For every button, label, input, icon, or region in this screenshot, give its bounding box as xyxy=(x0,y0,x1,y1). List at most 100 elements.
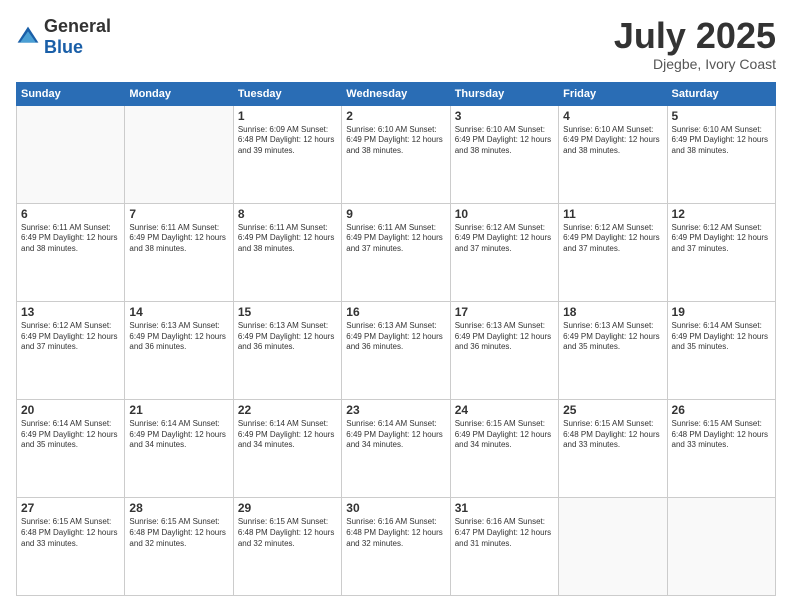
cell-info: Sunrise: 6:14 AM Sunset: 6:49 PM Dayligh… xyxy=(21,419,120,451)
logo: General Blue xyxy=(16,16,111,58)
calendar-cell: 12 Sunrise: 6:12 AM Sunset: 6:49 PM Dayli… xyxy=(667,203,775,301)
day-number: 21 xyxy=(129,403,228,417)
calendar-cell: 6Sunrise: 6:11 AM Sunset: 6:49 PM Daylig… xyxy=(17,203,125,301)
day-number: 14 xyxy=(129,305,228,319)
calendar-cell: 3 Sunrise: 6:10 AM Sunset: 6:49 PM Daylig… xyxy=(450,105,558,203)
logo-text: General Blue xyxy=(44,16,111,58)
day-number: 12 xyxy=(672,207,771,221)
calendar-cell: 29Sunrise: 6:15 AM Sunset: 6:48 PM Dayli… xyxy=(233,497,341,595)
calendar-cell: 14 Sunrise: 6:13 AM Sunset: 6:49 PM Dayli… xyxy=(125,301,233,399)
day-number: 28 xyxy=(129,501,228,515)
page: General Blue July 2025 Djegbe, Ivory Coa… xyxy=(0,0,792,612)
calendar-cell: 19 Sunrise: 6:14 AM Sunset: 6:49 PM Dayli… xyxy=(667,301,775,399)
cell-info: Sunrise: 6:15 AM Sunset: 6:48 PM Dayligh… xyxy=(21,517,120,549)
day-number: 17 xyxy=(455,305,554,319)
cell-info: Sunrise: 6:15 AM Sunset: 6:49 PM Dayligh… xyxy=(455,419,554,451)
calendar-cell: 8 Sunrise: 6:11 AM Sunset: 6:49 PM Daylig… xyxy=(233,203,341,301)
day-number: 3 xyxy=(455,109,554,123)
cell-info: Sunrise: 6:11 AM Sunset: 6:49 PM Dayligh… xyxy=(346,223,445,255)
day-number: 25 xyxy=(563,403,662,417)
calendar-cell: 25Sunrise: 6:15 AM Sunset: 6:48 PM Dayli… xyxy=(559,399,667,497)
cell-info: Sunrise: 6:11 AM Sunset: 6:49 PM Dayligh… xyxy=(238,223,337,255)
weekday-header-wednesday: Wednesday xyxy=(342,82,450,105)
day-number: 26 xyxy=(672,403,771,417)
cell-info: Sunrise: 6:14 AM Sunset: 6:49 PM Dayligh… xyxy=(238,419,337,451)
cell-info: Sunrise: 6:10 AM Sunset: 6:49 PM Dayligh… xyxy=(455,125,554,157)
weekday-header-row: SundayMondayTuesdayWednesdayThursdayFrid… xyxy=(17,82,776,105)
month-title: July 2025 xyxy=(614,16,776,56)
cell-info: Sunrise: 6:13 AM Sunset: 6:49 PM Dayligh… xyxy=(346,321,445,353)
cell-info: Sunrise: 6:13 AM Sunset: 6:49 PM Dayligh… xyxy=(129,321,228,353)
cell-info: Sunrise: 6:12 AM Sunset: 6:49 PM Dayligh… xyxy=(672,223,771,255)
cell-info: Sunrise: 6:14 AM Sunset: 6:49 PM Dayligh… xyxy=(346,419,445,451)
cell-info: Sunrise: 6:12 AM Sunset: 6:49 PM Dayligh… xyxy=(21,321,120,353)
day-number: 30 xyxy=(346,501,445,515)
calendar-cell: 5Sunrise: 6:10 AM Sunset: 6:49 PM Daylig… xyxy=(667,105,775,203)
location-title: Djegbe, Ivory Coast xyxy=(614,56,776,72)
day-number: 18 xyxy=(563,305,662,319)
calendar-cell: 21Sunrise: 6:14 AM Sunset: 6:49 PM Dayli… xyxy=(125,399,233,497)
calendar-cell: 9 Sunrise: 6:11 AM Sunset: 6:49 PM Daylig… xyxy=(342,203,450,301)
day-number: 2 xyxy=(346,109,445,123)
cell-info: Sunrise: 6:15 AM Sunset: 6:48 PM Dayligh… xyxy=(672,419,771,451)
calendar-week-row: 1 Sunrise: 6:09 AM Sunset: 6:48 PM Daylig… xyxy=(17,105,776,203)
cell-info: Sunrise: 6:16 AM Sunset: 6:48 PM Dayligh… xyxy=(346,517,445,549)
cell-info: Sunrise: 6:13 AM Sunset: 6:49 PM Dayligh… xyxy=(455,321,554,353)
logo-blue: Blue xyxy=(44,37,83,57)
logo-icon xyxy=(16,25,40,49)
day-number: 10 xyxy=(455,207,554,221)
calendar-cell: 28 Sunrise: 6:15 AM Sunset: 6:48 PM Dayli… xyxy=(125,497,233,595)
calendar-week-row: 6 Sunrise: 6:11 AM Sunset: 6:49 PM Daylig… xyxy=(17,203,776,301)
calendar-cell xyxy=(17,105,125,203)
day-number: 4 xyxy=(563,109,662,123)
calendar-cell: 7 Sunrise: 6:11 AM Sunset: 6:49 PM Daylig… xyxy=(125,203,233,301)
day-number: 9 xyxy=(346,207,445,221)
cell-info: Sunrise: 6:12 AM Sunset: 6:49 PM Dayligh… xyxy=(455,223,554,255)
day-number: 6 xyxy=(21,207,120,221)
day-number: 1 xyxy=(238,109,337,123)
day-number: 7 xyxy=(129,207,228,221)
day-number: 16 xyxy=(346,305,445,319)
cell-info: Sunrise: 6:13 AM Sunset: 6:49 PM Dayligh… xyxy=(238,321,337,353)
cell-info: Sunrise: 6:10 AM Sunset: 6:49 PM Dayligh… xyxy=(346,125,445,157)
cell-info: Sunrise: 6:15 AM Sunset: 6:48 PM Dayligh… xyxy=(129,517,228,549)
day-number: 24 xyxy=(455,403,554,417)
weekday-header-friday: Friday xyxy=(559,82,667,105)
calendar-cell: 10 Sunrise: 6:12 AM Sunset: 6:49 PM Dayli… xyxy=(450,203,558,301)
day-number: 27 xyxy=(21,501,120,515)
calendar-cell: 17 Sunrise: 6:13 AM Sunset: 6:49 PM Dayli… xyxy=(450,301,558,399)
calendar-cell xyxy=(125,105,233,203)
weekday-header-tuesday: Tuesday xyxy=(233,82,341,105)
calendar-cell: 27 Sunrise: 6:15 AM Sunset: 6:48 PM Dayli… xyxy=(17,497,125,595)
cell-info: Sunrise: 6:12 AM Sunset: 6:49 PM Dayligh… xyxy=(563,223,662,255)
calendar-cell: 2 Sunrise: 6:10 AM Sunset: 6:49 PM Daylig… xyxy=(342,105,450,203)
day-number: 19 xyxy=(672,305,771,319)
day-number: 8 xyxy=(238,207,337,221)
cell-info: Sunrise: 6:13 AM Sunset: 6:49 PM Dayligh… xyxy=(563,321,662,353)
cell-info: Sunrise: 6:14 AM Sunset: 6:49 PM Dayligh… xyxy=(672,321,771,353)
calendar-cell: 26 Sunrise: 6:15 AM Sunset: 6:48 PM Dayli… xyxy=(667,399,775,497)
day-number: 15 xyxy=(238,305,337,319)
day-number: 22 xyxy=(238,403,337,417)
calendar-week-row: 13Sunrise: 6:12 AM Sunset: 6:49 PM Dayli… xyxy=(17,301,776,399)
calendar-cell: 13Sunrise: 6:12 AM Sunset: 6:49 PM Dayli… xyxy=(17,301,125,399)
calendar-cell: 18 Sunrise: 6:13 AM Sunset: 6:49 PM Dayli… xyxy=(559,301,667,399)
calendar-cell: 4Sunrise: 6:10 AM Sunset: 6:49 PM Daylig… xyxy=(559,105,667,203)
cell-info: Sunrise: 6:09 AM Sunset: 6:48 PM Dayligh… xyxy=(238,125,337,157)
cell-info: Sunrise: 6:11 AM Sunset: 6:49 PM Dayligh… xyxy=(129,223,228,255)
day-number: 31 xyxy=(455,501,554,515)
calendar-week-row: 27 Sunrise: 6:15 AM Sunset: 6:48 PM Dayli… xyxy=(17,497,776,595)
calendar-table: SundayMondayTuesdayWednesdayThursdayFrid… xyxy=(16,82,776,596)
calendar-cell: 22 Sunrise: 6:14 AM Sunset: 6:49 PM Dayli… xyxy=(233,399,341,497)
day-number: 23 xyxy=(346,403,445,417)
cell-info: Sunrise: 6:16 AM Sunset: 6:47 PM Dayligh… xyxy=(455,517,554,549)
day-number: 5 xyxy=(672,109,771,123)
calendar-cell: 20Sunrise: 6:14 AM Sunset: 6:49 PM Dayli… xyxy=(17,399,125,497)
weekday-header-thursday: Thursday xyxy=(450,82,558,105)
header: General Blue July 2025 Djegbe, Ivory Coa… xyxy=(16,16,776,72)
title-area: July 2025 Djegbe, Ivory Coast xyxy=(614,16,776,72)
calendar-cell: 11Sunrise: 6:12 AM Sunset: 6:49 PM Dayli… xyxy=(559,203,667,301)
calendar-week-row: 20Sunrise: 6:14 AM Sunset: 6:49 PM Dayli… xyxy=(17,399,776,497)
weekday-header-saturday: Saturday xyxy=(667,82,775,105)
calendar-cell: 24 Sunrise: 6:15 AM Sunset: 6:49 PM Dayli… xyxy=(450,399,558,497)
